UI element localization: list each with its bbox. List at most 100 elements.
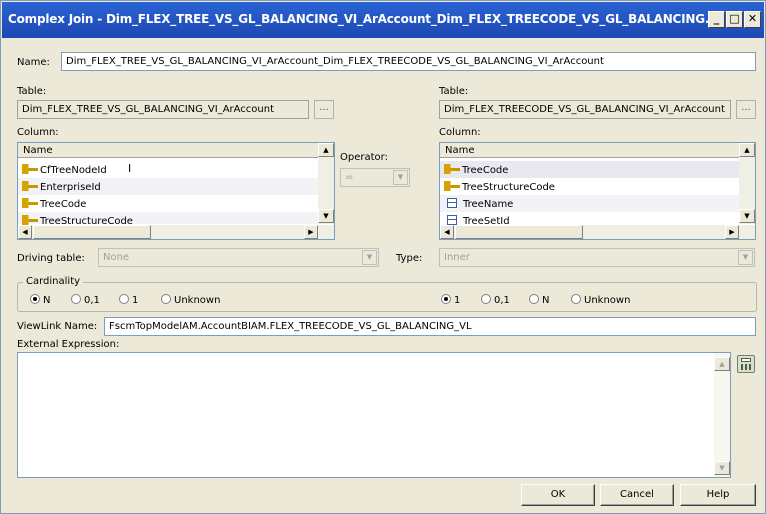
column-icon [447,198,457,208]
operator-value: = [345,172,354,183]
left-horizontal-scrollbar[interactable]: ◀ ▶ [18,225,334,239]
radio-icon [481,294,491,304]
radio-label: Unknown [174,295,221,306]
right-cardinality-unknown-radio[interactable]: Unknown [571,294,630,308]
left-table-label: Table: [17,86,47,97]
scroll-up-icon[interactable]: ▲ [739,143,755,157]
chevron-down-icon[interactable]: ▼ [738,250,753,265]
expression-vertical-scrollbar[interactable]: ▲ ▼ [714,353,730,477]
scroll-thumb[interactable] [33,225,151,239]
left-cardinality-n-radio[interactable]: N [30,294,50,308]
type-value: Inner [444,252,470,263]
name-label: Name: [17,57,50,68]
external-expression-textarea[interactable]: ▲ ▼ [17,352,731,478]
radio-label: 1 [132,295,139,306]
name-field[interactable]: Dim_FLEX_TREE_VS_GL_BALANCING_VI_ArAccou… [61,52,756,71]
list-item[interactable]: EnterpriseId [18,178,318,195]
list-item[interactable]: TreeCode [440,161,739,178]
radio-label: 0,1 [84,295,100,306]
scroll-up-icon[interactable]: ▲ [318,143,334,157]
operator-combo[interactable]: = ▼ [340,168,410,187]
scroll-down-icon[interactable]: ▼ [739,209,755,223]
radio-label: 1 [454,295,461,306]
help-button[interactable]: Help [680,484,756,506]
scroll-thumb[interactable] [455,225,583,239]
list-item[interactable]: TreeStructureCode [18,212,318,227]
ok-button[interactable]: OK [521,484,595,506]
scroll-down-icon[interactable]: ▼ [714,461,730,475]
key-icon [22,164,38,174]
title-bar[interactable]: Complex Join - Dim_FLEX_TREE_VS_GL_BALAN… [2,2,764,38]
scroll-up-icon[interactable]: ▲ [714,357,730,371]
left-table-field: Dim_FLEX_TREE_VS_GL_BALANCING_VI_ArAccou… [17,100,309,119]
key-icon [444,164,460,174]
left-vertical-scrollbar[interactable]: ▲ ▼ [318,143,334,224]
list-item[interactable]: TreeStructureCode [440,178,739,195]
chevron-down-icon[interactable]: ▼ [393,170,408,185]
radio-icon [529,294,539,304]
chevron-down-icon[interactable]: ▼ [362,250,377,265]
left-column-header[interactable]: Name [18,143,318,158]
radio-selected-icon [30,294,40,304]
right-cardinality-1-radio[interactable]: 1 [441,294,460,308]
right-column-list[interactable]: Name TreeCode TreeStructureCode TreeName… [439,142,756,240]
right-cardinality-01-radio[interactable]: 0,1 [481,294,510,308]
text-cursor-icon: I [128,162,132,175]
left-table-browse-button[interactable]: ... [314,100,334,119]
key-icon [444,181,460,191]
maximize-icon: □ [729,12,740,25]
column-name: TreeName [463,199,514,210]
minimize-button[interactable]: _ [708,11,725,28]
scroll-left-icon[interactable]: ◀ [18,225,32,239]
key-icon [22,181,38,191]
cardinality-label: Cardinality [23,276,84,287]
maximize-button[interactable]: □ [726,11,743,28]
radio-selected-icon [441,294,451,304]
left-cardinality-01-radio[interactable]: 0,1 [71,294,100,308]
minimize-icon: _ [713,12,720,25]
right-table-browse-button[interactable]: ... [736,100,756,119]
scroll-down-icon[interactable]: ▼ [318,209,334,223]
right-cardinality-n-radio[interactable]: N [529,294,549,308]
column-name: TreeCode [40,199,87,210]
radio-label: N [542,295,550,306]
type-combo[interactable]: Inner ▼ [439,248,755,267]
viewlink-label: ViewLink Name: [17,321,98,332]
close-icon: ✕ [747,12,758,25]
right-table-field: Dim_FLEX_TREECODE_VS_GL_BALANCING_VI_ArA… [439,100,731,119]
close-button[interactable]: ✕ [744,11,761,28]
left-column-list[interactable]: Name CfTreeNodeId I EnterpriseId TreeCod… [17,142,335,240]
list-item[interactable]: TreeName [440,195,739,212]
left-column-label: Column: [17,127,59,138]
scroll-right-icon[interactable]: ▶ [725,225,739,239]
left-cardinality-unknown-radio[interactable]: Unknown [161,294,220,308]
driving-table-label: Driving table: [17,253,85,264]
radio-icon [571,294,581,304]
column-name: EnterpriseId [40,182,101,193]
column-name: TreeStructureCode [462,182,555,193]
radio-label: 0,1 [494,295,510,306]
column-icon [447,215,457,225]
right-column-label: Column: [439,127,481,138]
operator-label: Operator: [340,152,388,163]
scroll-left-icon[interactable]: ◀ [440,225,454,239]
list-item[interactable]: CfTreeNodeId I [18,161,318,178]
list-item[interactable]: TreeCode [18,195,318,212]
viewlink-field[interactable]: FscmTopModelAM.AccountBIAM.FLEX_TREECODE… [104,317,756,336]
external-expression-label: External Expression: [17,339,120,350]
right-horizontal-scrollbar[interactable]: ◀ ▶ [440,225,755,239]
type-label: Type: [396,253,423,264]
left-cardinality-1-radio[interactable]: 1 [119,294,138,308]
driving-table-combo[interactable]: None ▼ [98,248,379,267]
scroll-right-icon[interactable]: ▶ [304,225,318,239]
list-item[interactable]: TreeSetId [440,212,739,227]
complex-join-dialog: Complex Join - Dim_FLEX_TREE_VS_GL_BALAN… [0,0,766,514]
right-column-header[interactable]: Name [440,143,739,158]
expression-builder-icon[interactable] [737,355,755,373]
cancel-button[interactable]: Cancel [600,484,674,506]
radio-label: Unknown [584,295,631,306]
right-vertical-scrollbar[interactable]: ▲ ▼ [739,143,755,224]
column-name: CfTreeNodeId [40,165,107,176]
right-table-label: Table: [439,86,469,97]
radio-label: N [43,295,51,306]
